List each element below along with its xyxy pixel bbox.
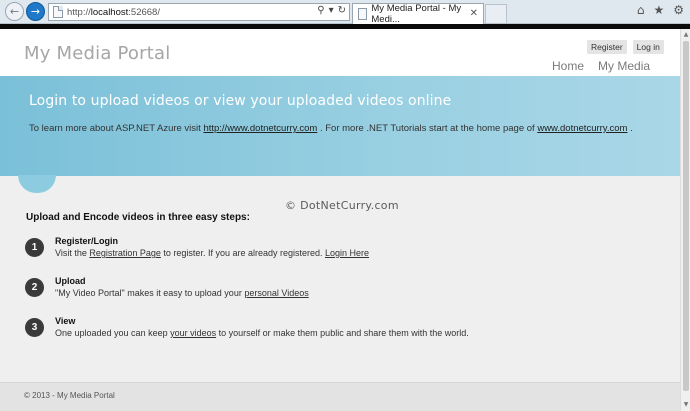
forward-arrow-icon: →: [30, 5, 41, 18]
step-number: 3: [25, 318, 44, 337]
step-text: to yourself or make them public and shar…: [218, 328, 469, 338]
main-nav: Home My Media: [552, 59, 650, 73]
home-icon[interactable]: ⌂: [637, 3, 645, 17]
back-button[interactable]: ←: [5, 2, 24, 21]
nav-home[interactable]: Home: [552, 59, 584, 73]
step-text: to register. If you are already register…: [163, 248, 326, 258]
dotnetcurry-url-link[interactable]: http://www.dotnetcurry.com: [203, 123, 317, 134]
url-host: localhost: [90, 6, 129, 18]
auth-links: Register Log in: [587, 40, 664, 54]
address-bar-icons: ⚲ ▾ ↻: [317, 5, 346, 16]
browser-toolbar-icons: ⌂ ★ ⚙: [637, 3, 684, 17]
banner-text-middle: . For more .NET Tutorials start at the h…: [317, 123, 538, 134]
personal-videos-link[interactable]: personal Videos: [244, 288, 308, 298]
banner-text-before: To learn more about ASP.NET Azure visit: [29, 123, 204, 134]
step-number: 2: [25, 278, 44, 297]
footer: © 2013 - My Media Portal: [0, 382, 680, 411]
address-bar[interactable]: http://localhost:52668/ ⚲ ▾ ↻: [48, 3, 350, 21]
tab-title: My Media Portal - My Medi...: [371, 3, 462, 25]
scroll-thumb[interactable]: [683, 41, 689, 391]
url-prefix: http://: [67, 6, 91, 18]
web-page: My Media Portal Register Log in Home My …: [0, 29, 680, 411]
back-arrow-icon: ←: [9, 5, 20, 18]
main-content: © DotNetCurry.com Upload and Encode vide…: [0, 176, 680, 382]
dropdown-icon[interactable]: ▾: [329, 5, 334, 16]
step-title: Register/Login: [55, 236, 119, 246]
footer-copyright: © 2013 - My Media Portal: [24, 391, 115, 400]
step-title: View: [55, 316, 76, 326]
watermark: © DotNetCurry.com: [285, 199, 399, 212]
login-link[interactable]: Log in: [632, 40, 664, 54]
banner-text: To learn more about ASP.NET Azure visit …: [29, 122, 649, 136]
registration-page-link[interactable]: Registration Page: [89, 248, 161, 258]
step-number: 1: [25, 238, 44, 257]
favorites-star-icon[interactable]: ★: [653, 3, 664, 17]
close-tab-icon[interactable]: ✕: [470, 8, 478, 19]
step-text: Visit the: [55, 248, 90, 258]
settings-gear-icon[interactable]: ⚙: [673, 3, 684, 17]
browser-tab[interactable]: My Media Portal - My Medi... ✕: [352, 3, 484, 25]
step-description: Visit the Registration Page to register.…: [55, 248, 369, 258]
step-text: One uploaded you can keep: [55, 328, 171, 338]
banner-text-after: .: [627, 123, 633, 134]
featured-banner: Login to upload videos or view your uplo…: [0, 76, 680, 176]
steps-heading: Upload and Encode videos in three easy s…: [26, 212, 250, 223]
browser-chrome: ← → http://localhost:52668/ ⚲ ▾ ↻ My Med…: [0, 0, 690, 25]
scroll-down-icon[interactable]: ▼: [682, 401, 690, 409]
banner-title: Login to upload videos or view your uplo…: [29, 93, 452, 109]
step-description: "My Video Portal" makes it easy to uploa…: [55, 288, 309, 298]
search-icon[interactable]: ⚲: [317, 5, 324, 16]
your-videos-link[interactable]: your videos: [170, 328, 216, 338]
step-upload: 2 Upload "My Video Portal" makes it easy…: [25, 276, 645, 306]
step-text: "My Video Portal" makes it easy to uploa…: [55, 288, 245, 298]
refresh-icon[interactable]: ↻: [338, 5, 346, 16]
forward-button[interactable]: →: [26, 2, 45, 21]
step-title: Upload: [55, 276, 86, 286]
step-description: One uploaded you can keep your videos to…: [55, 328, 469, 338]
nav-my-media[interactable]: My Media: [598, 59, 650, 73]
page-icon: [358, 8, 368, 20]
step-view: 3 View One uploaded you can keep your vi…: [25, 316, 645, 346]
scroll-up-icon[interactable]: ▲: [682, 31, 690, 39]
login-here-link[interactable]: Login Here: [325, 248, 369, 258]
url-port: :52668/: [128, 6, 160, 18]
register-link[interactable]: Register: [587, 40, 627, 54]
site-title[interactable]: My Media Portal: [24, 43, 170, 64]
vertical-scrollbar[interactable]: ▲ ▼: [680, 29, 690, 411]
page-icon: [53, 6, 63, 18]
step-register: 1 Register/Login Visit the Registration …: [25, 236, 645, 266]
new-tab-button[interactable]: [485, 4, 507, 23]
dotnetcurry-home-link[interactable]: www.dotnetcurry.com: [537, 123, 627, 134]
